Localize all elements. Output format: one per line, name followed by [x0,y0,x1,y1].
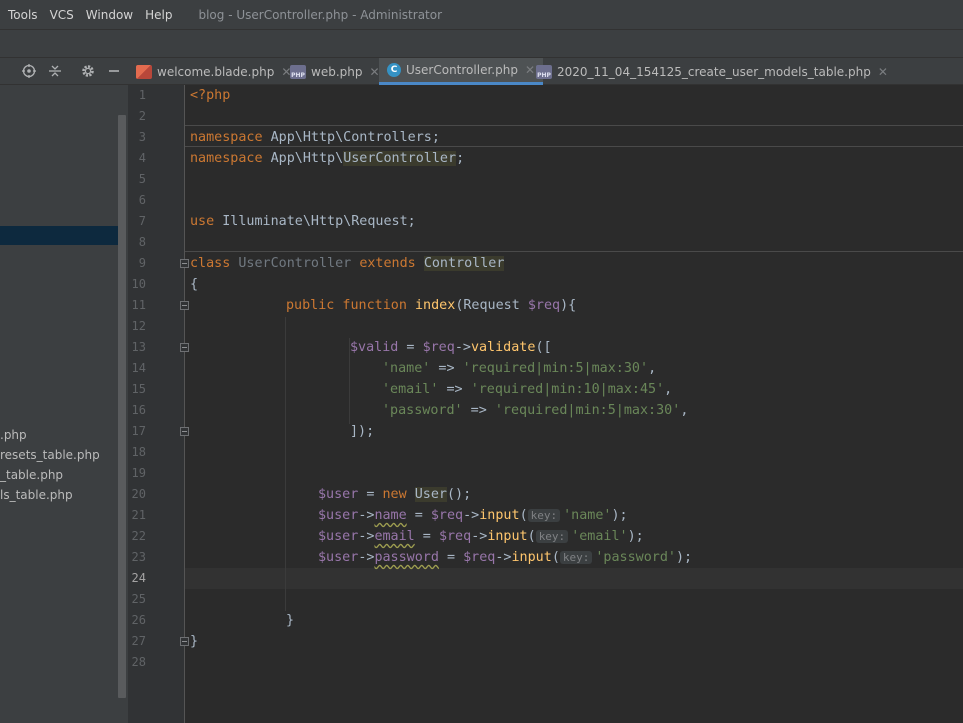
code-line: } [286,613,295,628]
code-line: ]); [350,424,375,439]
line-number: 22 [131,529,146,543]
line-number: 8 [138,235,146,249]
param-hint: key: [527,509,561,522]
selected-tree-row[interactable] [0,226,126,245]
line-number: 15 [131,382,146,396]
tab-user-controller[interactable]: C UserController.php ✕ [379,58,543,85]
line-number: 3 [138,130,146,144]
class-icon: C [387,63,401,77]
code-line: $user->email = $req->input(key:'email'); [318,529,644,544]
code-line: 'email' => 'required|min:10|max:45', [382,382,673,397]
line-number: 9 [138,256,146,270]
code-area[interactable]: <?php namespace App\Http\Controllers; na… [185,85,963,723]
code-line: $user->password = $req->input(key:'passw… [318,550,693,565]
menu-bar: Tools VCS Window Help blog - UserControl… [0,0,963,29]
line-number: 2 [138,109,146,123]
tab-migration[interactable]: PHP 2020_11_04_154125_create_user_models… [536,58,888,85]
line-number: 18 [131,445,146,459]
code-line: } [190,634,199,649]
menu-window[interactable]: Window [86,8,133,22]
line-number: 10 [131,277,146,291]
code-line: 'name' => 'required|min:5|max:30', [382,361,657,376]
line-number: 16 [131,403,146,417]
code-line: namespace App\Http\Controllers; [190,130,440,145]
window-title: blog - UserController.php - Administrato… [198,7,443,22]
code-line: 'password' => 'required|min:5|max:30', [382,403,689,418]
line-number: 28 [131,655,146,669]
current-line-highlight [185,568,963,589]
line-number: 5 [138,172,146,186]
code-line: class UserController extends Controller [190,256,505,271]
line-number: 27 [131,634,146,648]
php-file-icon: PHP [536,64,552,79]
tree-file[interactable]: resets_table.php [0,448,100,462]
collapse-icon[interactable] [47,63,63,79]
line-number: 4 [138,151,146,165]
line-number: 26 [131,613,146,627]
tree-file[interactable]: .php [0,428,27,442]
line-number: 7 [138,214,146,228]
line-number: 14 [131,361,146,375]
line-number: 1 [138,88,146,102]
line-number: 11 [131,298,146,312]
sidebar-scrollbar[interactable] [118,115,126,698]
tab-web[interactable]: PHP web.php ✕ [290,58,380,85]
line-number: 12 [131,319,146,333]
locate-icon[interactable] [21,63,37,79]
menu-help[interactable]: Help [145,8,172,22]
minimize-icon[interactable] [106,63,122,79]
code-line: $user = new User(); [318,487,472,502]
tab-label: web.php [311,64,363,79]
line-number: 20 [131,487,146,501]
code-editor[interactable]: 1 2 3 4 5 6 7 8 9 10 11 12 13 14 15 16 17 18 19 20 21 22 23 24 2… [128,85,963,723]
project-toolbar [0,58,128,85]
code-line: namespace App\Http\UserController; [190,151,465,166]
code-line: $valid = $req->validate([ [350,340,552,355]
line-number: 24 [131,571,146,585]
line-number: 17 [131,424,146,438]
indent-guide [285,317,286,611]
close-icon[interactable]: ✕ [525,63,535,77]
line-number: 23 [131,550,146,564]
code-line: { [190,277,199,292]
tree-file[interactable]: _table.php [0,468,63,482]
param-hint: key: [559,551,593,564]
code-line: <?php [190,88,231,103]
line-number: 21 [131,508,146,522]
blade-file-icon [136,64,152,79]
tree-file[interactable]: ls_table.php [0,488,73,502]
line-number: 6 [138,193,146,207]
tab-label: 2020_11_04_154125_create_user_models_tab… [557,64,871,79]
menu-vcs[interactable]: VCS [50,8,74,22]
close-icon[interactable]: ✕ [878,65,888,79]
method-separator [185,251,963,252]
method-separator [185,125,963,126]
code-line: $user->name = $req->input(key:'name'); [318,508,628,523]
tab-label: UserController.php [406,63,518,77]
code-line: public function index(Request $req){ [286,298,577,313]
main-toolbar [0,29,963,58]
php-file-icon: PHP [290,64,306,79]
line-number: 19 [131,466,146,480]
project-tree: .php resets_table.php _table.php ls_tabl… [0,85,128,723]
tab-welcome-blade[interactable]: welcome.blade.php ✕ [136,58,291,85]
line-number: 25 [131,592,146,606]
menu-tools[interactable]: Tools [8,8,38,22]
gear-icon[interactable] [80,63,96,79]
line-number: 13 [131,340,146,354]
line-gutter: 1 2 3 4 5 6 7 8 9 10 11 12 13 14 15 16 17 18 19 20 21 22 23 24 2… [128,85,189,723]
tab-label: welcome.blade.php [157,64,275,79]
param-hint: key: [535,530,569,543]
editor-tabs: welcome.blade.php ✕ PHP web.php ✕ C User… [128,58,963,85]
code-line: use Illuminate\Http\Request; [190,214,416,229]
